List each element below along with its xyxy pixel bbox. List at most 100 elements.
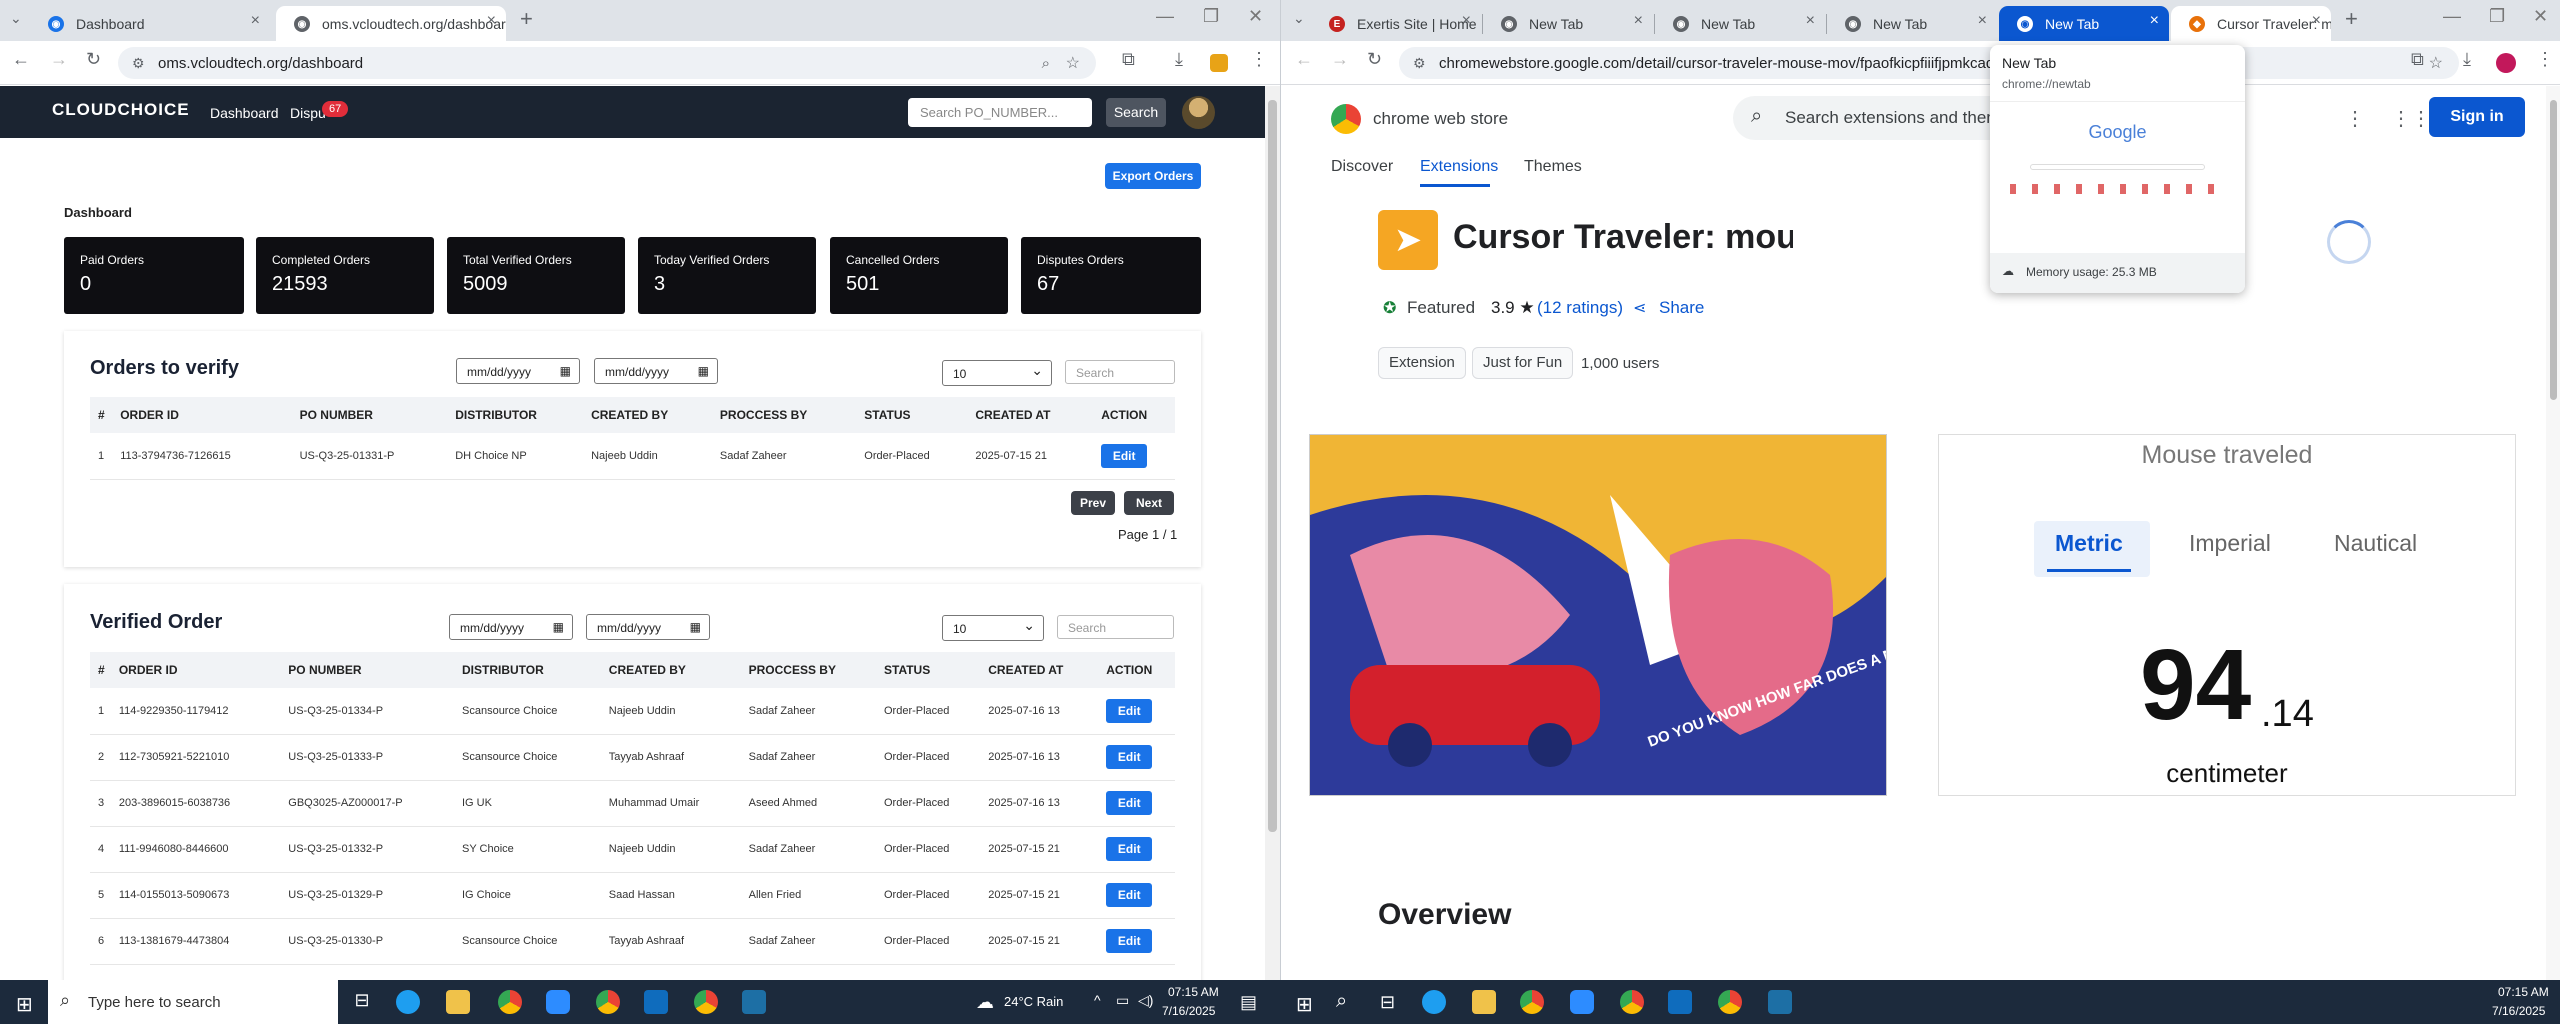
app-icon[interactable] [742, 990, 766, 1014]
app-icon[interactable] [1768, 990, 1792, 1014]
date-from-input[interactable]: mm/dd/yyyy [456, 358, 580, 384]
scrollbar-thumb[interactable] [2550, 100, 2557, 400]
profile-avatar[interactable] [2496, 53, 2516, 73]
network-icon[interactable]: ▭ [1116, 992, 1129, 1009]
scrollbar[interactable] [1265, 86, 1280, 980]
extensions-icon[interactable]: ⧉ [1122, 49, 1135, 70]
date-from-input[interactable]: mm/dd/yyyy [449, 614, 573, 640]
notification-icon[interactable]: ▤ [1240, 992, 1257, 1013]
edit-button[interactable]: Edit [1106, 698, 1153, 723]
new-tab-icon[interactable]: + [520, 6, 533, 32]
file-explorer-icon[interactable] [446, 990, 470, 1014]
share-link[interactable]: Share [1659, 298, 1704, 318]
url-field[interactable]: ⚙ oms.vcloudtech.org/dashboard ⌕ ☆ [118, 47, 1096, 79]
clock-time[interactable]: 07:15 AM [2498, 985, 2549, 999]
screenshot-preview[interactable]: Mouse traveled Metric Imperial Nautical … [1938, 434, 2516, 796]
close-icon[interactable]: × [1462, 12, 1471, 30]
zoom-search-icon[interactable]: ⌕ [1042, 55, 1050, 72]
search-icon[interactable]: ⌕ [1336, 990, 1347, 1013]
close-icon[interactable]: × [251, 12, 260, 30]
forward-icon[interactable]: → [1331, 49, 1349, 70]
tray-chevron-icon[interactable]: ^ [1094, 992, 1101, 1008]
close-icon[interactable]: × [1634, 12, 1643, 30]
tab-new-tab[interactable]: ◉ New Tab × [1483, 6, 1653, 41]
scrollbar[interactable] [2546, 86, 2560, 980]
clock-date[interactable]: 7/16/2025 [1162, 1004, 1215, 1018]
date-to-input[interactable]: mm/dd/yyyy [586, 614, 710, 640]
scrollbar-thumb[interactable] [1268, 100, 1277, 832]
share-icon[interactable]: ⋖ [1633, 298, 1646, 318]
tab-search-icon[interactable]: ⌄ [10, 10, 22, 27]
bookmark-star-icon[interactable]: ☆ [1066, 53, 1080, 73]
edge-icon[interactable] [396, 990, 420, 1014]
menu-icon[interactable]: ⋮ [2536, 49, 2554, 70]
tab-new-tab-hovered[interactable]: ◉ New Tab × [1999, 6, 2169, 41]
chrome-icon[interactable] [1620, 990, 1644, 1014]
bookmark-star-icon[interactable]: ☆ [2428, 53, 2443, 73]
po-search-input[interactable]: Search PO_NUMBER... [908, 98, 1092, 127]
close-icon[interactable]: × [487, 12, 496, 30]
logo[interactable]: CLOUDCHOICE [52, 100, 190, 120]
close-icon[interactable]: × [2150, 12, 2159, 30]
nav-themes[interactable]: Themes [1524, 158, 1582, 176]
tab-search-icon[interactable]: ⌄ [1293, 10, 1305, 27]
tab-oms-dashboard[interactable]: ◉ oms.vcloudtech.org/dashboard × [276, 6, 506, 41]
chrome-icon[interactable] [694, 990, 718, 1014]
maximize-icon[interactable]: ❐ [2489, 6, 2505, 27]
url-field[interactable]: ⚙ chromewebstore.google.com/detail/curso… [1399, 47, 2459, 79]
new-tab-icon[interactable]: + [2345, 6, 2358, 32]
weather-icon[interactable]: ☁ [976, 992, 994, 1013]
maximize-icon[interactable]: ❐ [1203, 6, 1219, 27]
task-view-icon[interactable]: ⊟ [350, 990, 374, 1014]
outlook-icon[interactable] [644, 990, 668, 1014]
close-window-icon[interactable]: ✕ [1248, 6, 1263, 27]
edit-button[interactable]: Edit [1106, 745, 1153, 769]
promo-image[interactable]: DO YOU KNOW HOW FAR DOES A MOUSE CURSOR … [1309, 434, 1887, 796]
edge-icon[interactable] [1422, 990, 1446, 1014]
edit-button[interactable]: Edit [1106, 791, 1153, 815]
clock-time[interactable]: 07:15 AM [1168, 985, 1219, 999]
table-search-input[interactable]: Search [1065, 360, 1175, 384]
minimize-icon[interactable]: — [2443, 6, 2461, 27]
back-icon[interactable]: ← [1295, 49, 1313, 70]
chrome-icon[interactable] [1520, 990, 1544, 1014]
site-info-icon[interactable]: ⚙ [132, 55, 145, 72]
tab-exertis[interactable]: E Exertis Site | Home × [1311, 6, 1481, 41]
close-window-icon[interactable]: ✕ [2533, 6, 2548, 27]
weather-text[interactable]: 24°C Rain [1004, 994, 1063, 1009]
chrome-web-store-logo-icon[interactable] [1331, 104, 1361, 134]
close-icon[interactable]: × [2312, 12, 2321, 30]
more-options-icon[interactable]: ⋮ [2345, 106, 2365, 131]
taskbar-search-box[interactable]: ⌕ Type here to search [48, 980, 338, 1024]
volume-icon[interactable]: ◁) [1138, 992, 1153, 1009]
nav-disputes[interactable]: Dispu [290, 105, 326, 121]
nav-discover[interactable]: Discover [1331, 158, 1393, 176]
zoom-icon[interactable] [546, 990, 570, 1014]
edit-button[interactable]: Edit [1106, 883, 1153, 907]
search-button[interactable]: Search [1106, 98, 1166, 127]
edit-button[interactable]: Edit [1101, 443, 1148, 468]
download-icon[interactable]: ⤓ [1175, 49, 1183, 70]
clock-date[interactable]: 7/16/2025 [2492, 1004, 2545, 1018]
tab-dashboard[interactable]: ◉ Dashboard × [30, 6, 270, 41]
task-view-icon[interactable]: ⊟ [1380, 992, 1395, 1013]
export-orders-button[interactable]: Export Orders [1105, 163, 1201, 189]
table-search-input[interactable]: Search [1057, 615, 1174, 639]
download-icon[interactable]: ⤓ [2463, 49, 2471, 70]
next-button[interactable]: Next [1124, 491, 1174, 515]
minimize-icon[interactable]: — [1156, 6, 1174, 27]
chip-just-for-fun[interactable]: Just for Fun [1472, 347, 1574, 379]
nav-dashboard[interactable]: Dashboard [210, 105, 279, 121]
extensions-icon[interactable]: ⧉ [2411, 49, 2424, 70]
forward-icon[interactable]: → [50, 49, 68, 70]
chrome-icon[interactable] [1718, 990, 1742, 1014]
back-icon[interactable]: ← [12, 49, 30, 70]
tab-cursor-traveler[interactable]: ◆ Cursor Traveler: m × [2171, 6, 2331, 41]
close-icon[interactable]: × [1806, 12, 1815, 30]
page-size-select[interactable]: 10 [942, 615, 1044, 641]
ratings-link[interactable]: (12 ratings) [1537, 298, 1623, 318]
chrome-icon[interactable] [596, 990, 620, 1014]
chip-extension[interactable]: Extension [1378, 347, 1466, 379]
close-icon[interactable]: × [1978, 12, 1987, 30]
edit-button[interactable]: Edit [1106, 929, 1153, 953]
